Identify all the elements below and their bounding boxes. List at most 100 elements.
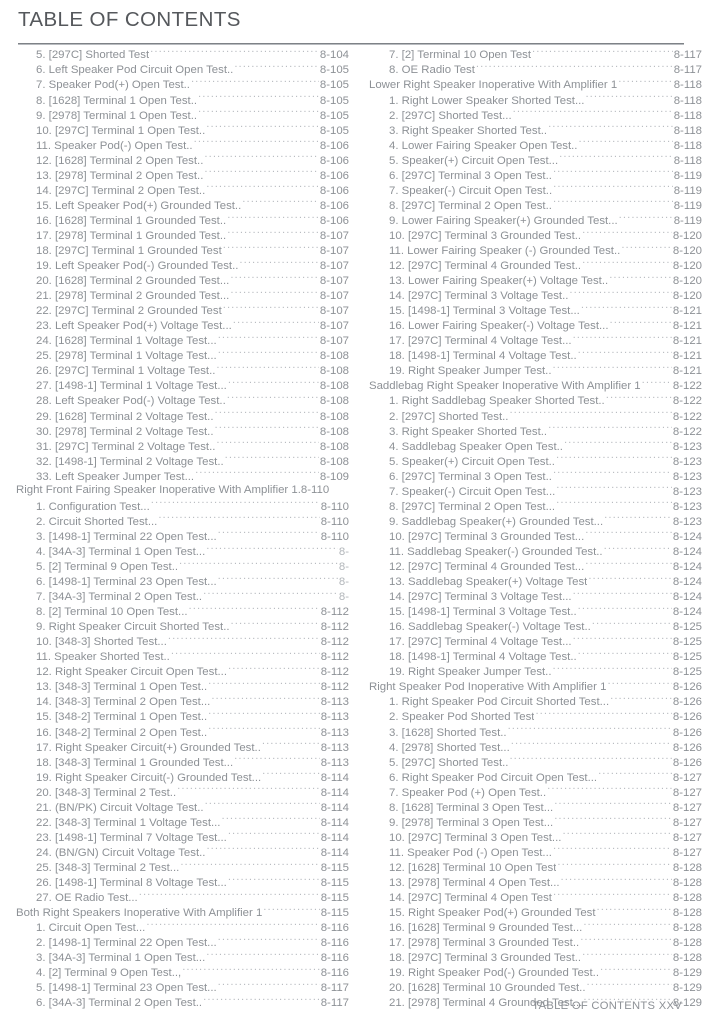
toc-entry[interactable]: 13. Saddlebag Speaker(+) Voltage Test 8-1… bbox=[369, 574, 702, 589]
toc-entry[interactable]: 5. [297C] Shorted Test.. 8-126 bbox=[369, 754, 702, 769]
toc-entry[interactable]: 3. [1498-1] Terminal 22 Open Test... 8-11… bbox=[16, 529, 349, 544]
toc-entry[interactable]: 19. Right Speaker Jumper Test.. 8-125 bbox=[369, 664, 702, 679]
toc-entry[interactable]: 14. [348-3] Terminal 2 Open Test... 8-113 bbox=[16, 694, 349, 709]
toc-entry[interactable]: 12. [297C] Terminal 4 Grounded Test.. 8-1… bbox=[369, 258, 702, 273]
toc-entry[interactable]: 32. [1498-1] Terminal 2 Voltage Test.. 8-… bbox=[16, 453, 349, 468]
toc-entry[interactable]: 16. Saddlebag Speaker(-) Voltage Test.. 8… bbox=[369, 619, 702, 634]
toc-entry[interactable]: 27. [1498-1] Terminal 1 Voltage Test... 8… bbox=[16, 378, 349, 393]
toc-entry[interactable]: 17. Right Speaker Circuit(+) Grounded Te… bbox=[16, 739, 349, 754]
toc-entry[interactable]: 7. [34A-3] Terminal 2 Open Test.. 8- bbox=[16, 589, 349, 604]
toc-entry[interactable]: 4. Saddlebag Speaker Open Test.. 8-123 bbox=[369, 438, 702, 453]
toc-entry[interactable]: 7. Speaker(-) Circuit Open Test.. 8-119 bbox=[369, 182, 702, 197]
toc-entry[interactable]: 5. [2] Terminal 9 Open Test.. 8- bbox=[16, 559, 349, 574]
toc-entry[interactable]: 22. [297C] Terminal 2 Grounded Test 8-107 bbox=[16, 303, 349, 318]
toc-entry[interactable]: 3. [34A-3] Terminal 1 Open Test... 8-116 bbox=[16, 950, 349, 965]
toc-entry[interactable]: 31. [297C] Terminal 2 Voltage Test.. 8-10… bbox=[16, 438, 349, 453]
toc-entry[interactable]: 20. [348-3] Terminal 2 Test.. 8-114 bbox=[16, 784, 349, 799]
toc-entry[interactable]: 19. Right Speaker Circuit(-) Grounded Te… bbox=[16, 769, 349, 784]
toc-entry[interactable]: 23. [1498-1] Terminal 7 Voltage Test... 8… bbox=[16, 829, 349, 844]
toc-entry[interactable]: 11. Speaker Pod (-) Open Test... 8-127 bbox=[369, 844, 702, 859]
toc-entry[interactable]: 6. [297C] Terminal 3 Open Test.. 8-123 bbox=[369, 468, 702, 483]
toc-entry[interactable]: 6. Left Speaker Pod Circuit Open Test.. 8… bbox=[16, 62, 349, 77]
toc-entry[interactable]: 13. [348-3] Terminal 1 Open Test.. 8-112 bbox=[16, 679, 349, 694]
toc-entry[interactable]: 22. [348-3] Terminal 1 Voltage Test... 8-… bbox=[16, 814, 349, 829]
toc-entry[interactable]: 14. [297C] Terminal 2 Open Test.. 8-106 bbox=[16, 182, 349, 197]
toc-entry[interactable]: 13. Lower Fairing Speaker(+) Voltage Tes… bbox=[369, 273, 702, 288]
toc-entry[interactable]: 4. Lower Fairing Speaker Open Test.. 8-11… bbox=[369, 137, 702, 152]
toc-entry[interactable]: 8. [1628] Terminal 1 Open Test.. 8-105 bbox=[16, 92, 349, 107]
toc-entry[interactable]: 19. Right Speaker Pod(-) Grounded Test..… bbox=[369, 965, 702, 980]
toc-entry[interactable]: 12. [297C] Terminal 4 Grounded Test... 8-… bbox=[369, 559, 702, 574]
toc-entry[interactable]: 2. [297C] Shorted Test.. 8-122 bbox=[369, 408, 702, 423]
toc-entry[interactable]: 2. Circuit Shorted Test... 8-110 bbox=[16, 513, 349, 528]
toc-entry[interactable]: 10. [348-3] Shorted Test... 8-112 bbox=[16, 634, 349, 649]
toc-entry[interactable]: 14. [297C] Terminal 3 Voltage Test... 8-1… bbox=[369, 589, 702, 604]
toc-entry[interactable]: 10. [297C] Terminal 1 Open Test.. 8-105 bbox=[16, 122, 349, 137]
toc-entry[interactable]: 15. [1498-1] Terminal 3 Voltage Test... 8… bbox=[369, 303, 702, 318]
toc-entry[interactable]: 7. Speaker Pod(+) Open Test.. 8-105 bbox=[16, 77, 349, 92]
toc-entry[interactable]: 8. [297C] Terminal 2 Open Test... 8-123 bbox=[369, 498, 702, 513]
toc-entry[interactable]: 4. [34A-3] Terminal 1 Open Test... 8- bbox=[16, 544, 349, 559]
toc-entry[interactable]: 27. OE Radio Test... 8-115 bbox=[16, 890, 349, 905]
toc-entry[interactable]: 11. Lower Fairing Speaker (-) Grounded T… bbox=[369, 243, 702, 258]
toc-entry[interactable]: 18. [1498-1] Terminal 4 Voltage Test.. 8-… bbox=[369, 649, 702, 664]
toc-entry[interactable]: 19. Left Speaker Pod(-) Grounded Test.. 8… bbox=[16, 258, 349, 273]
toc-section-heading[interactable]: Lower Right Speaker Inoperative With Amp… bbox=[369, 77, 702, 92]
toc-entry[interactable]: 2. [1498-1] Terminal 22 Open Test... 8-11… bbox=[16, 935, 349, 950]
toc-entry[interactable]: 1. Right Saddlebag Speaker Shorted Test.… bbox=[369, 393, 702, 408]
toc-entry[interactable]: 1. Right Speaker Pod Circuit Shorted Tes… bbox=[369, 694, 702, 709]
toc-entry[interactable]: 18. [348-3] Terminal 1 Grounded Test... 8… bbox=[16, 754, 349, 769]
toc-entry[interactable]: 3. Right Speaker Shorted Test.. 8-118 bbox=[369, 122, 702, 137]
toc-entry[interactable]: 18. [297C] Terminal 3 Grounded Test.. 8-1… bbox=[369, 950, 702, 965]
toc-entry[interactable]: 11. Saddlebag Speaker(-) Grounded Test..… bbox=[369, 544, 702, 559]
toc-entry[interactable]: 8. [2] Terminal 10 Open Test... 8-112 bbox=[16, 604, 349, 619]
toc-entry[interactable]: 29. [1628] Terminal 2 Voltage Test.. 8-10… bbox=[16, 408, 349, 423]
toc-entry[interactable]: 24. (BN/GN) Circuit Voltage Test.. 8-114 bbox=[16, 844, 349, 859]
toc-entry[interactable]: 15. [1498-1] Terminal 3 Voltage Test.. 8-… bbox=[369, 604, 702, 619]
toc-entry[interactable]: 4. [2] Terminal 9 Open Test.., 8-116 bbox=[16, 965, 349, 980]
toc-entry[interactable]: 2. Speaker Pod Shorted Test 8-126 bbox=[369, 709, 702, 724]
toc-entry[interactable]: 1. Configuration Test... 8-110 bbox=[16, 498, 349, 513]
toc-entry[interactable]: 16. [348-2] Terminal 2 Open Test.. 8-113 bbox=[16, 724, 349, 739]
toc-entry[interactable]: 9. [2978] Terminal 3 Open Test... 8-127 bbox=[369, 814, 702, 829]
toc-entry[interactable]: 2. [297C] Shorted Test... 8-118 bbox=[369, 107, 702, 122]
toc-entry[interactable]: 20. [1628] Terminal 10 Grounded Test.. 8-… bbox=[369, 980, 702, 995]
toc-entry[interactable]: 17. [2978] Terminal 3 Grounded Test.. 8-1… bbox=[369, 935, 702, 950]
toc-entry[interactable]: 9. [2978] Terminal 1 Open Test.. 8-105 bbox=[16, 107, 349, 122]
toc-entry[interactable]: 8. [1628] Terminal 3 Open Test... 8-127 bbox=[369, 799, 702, 814]
toc-entry[interactable]: 13. [2978] Terminal 2 Open Test.. 8-106 bbox=[16, 167, 349, 182]
toc-entry[interactable]: 7. Speaker Pod (+) Open Test.. 8-127 bbox=[369, 784, 702, 799]
toc-entry[interactable]: 12. Right Speaker Circuit Open Test... 8-… bbox=[16, 664, 349, 679]
toc-entry[interactable]: 28. Left Speaker Pod(-) Voltage Test.. 8-… bbox=[16, 393, 349, 408]
toc-entry[interactable]: 21. (BN/PK) Circuit Voltage Test.. 8-114 bbox=[16, 799, 349, 814]
toc-entry[interactable]: 5. [1498-1] Terminal 23 Open Test... 8-11… bbox=[16, 980, 349, 995]
toc-entry[interactable]: 11. Speaker Pod(-) Open Test.. 8-106 bbox=[16, 137, 349, 152]
toc-entry[interactable]: 6. [34A-3] Terminal 2 Open Test.. 8-117 bbox=[16, 995, 349, 1010]
toc-entry[interactable]: 5. Speaker(+) Circuit Open Test.. 8-123 bbox=[369, 453, 702, 468]
toc-entry[interactable]: 17. [2978] Terminal 1 Grounded Test.. 8-1… bbox=[16, 228, 349, 243]
toc-entry[interactable]: 14. [297C] Terminal 3 Voltage Test.. 8-12… bbox=[369, 288, 702, 303]
toc-entry[interactable]: 16. [1628] Terminal 1 Grounded Test.. 8-1… bbox=[16, 213, 349, 228]
toc-entry[interactable]: 9. Saddlebag Speaker(+) Grounded Test...… bbox=[369, 513, 702, 528]
toc-entry[interactable]: 17. [297C] Terminal 4 Voltage Test... 8-1… bbox=[369, 634, 702, 649]
toc-entry[interactable]: 15. [348-2] Terminal 1 Open Test.. 8-113 bbox=[16, 709, 349, 724]
toc-entry[interactable]: 12. [1628] Terminal 2 Open Test.. 8-106 bbox=[16, 152, 349, 167]
toc-entry[interactable]: 14. [297C] Terminal 4 Open Test 8-128 bbox=[369, 890, 702, 905]
toc-entry[interactable]: 17. [297C] Terminal 4 Voltage Test... 8-1… bbox=[369, 333, 702, 348]
toc-entry[interactable]: 9. Right Speaker Circuit Shorted Test.. 8… bbox=[16, 619, 349, 634]
toc-entry[interactable]: 8. [297C] Terminal 2 Open Test.. 8-119 bbox=[369, 197, 702, 212]
toc-section-heading[interactable]: Both Right Speakers Inoperative With Amp… bbox=[16, 905, 349, 920]
toc-entry[interactable]: 3. Right Speaker Shorted Test.. 8-122 bbox=[369, 423, 702, 438]
toc-entry[interactable]: 13. [2978] Terminal 4 Open Test... 8-128 bbox=[369, 875, 702, 890]
toc-entry[interactable]: 6. [1498-1] Terminal 23 Open Test... 8- bbox=[16, 574, 349, 589]
toc-entry[interactable]: 7. Speaker(-) Circuit Open Test... 8-123 bbox=[369, 483, 702, 498]
toc-entry[interactable]: 18. [297C] Terminal 1 Grounded Test 8-107 bbox=[16, 243, 349, 258]
toc-entry[interactable]: 5. Speaker(+) Circuit Open Test... 8-118 bbox=[369, 152, 702, 167]
toc-entry[interactable]: 8. OE Radio Test 8-117 bbox=[369, 62, 702, 77]
toc-entry[interactable]: 16. Lower Fairing Speaker(-) Voltage Tes… bbox=[369, 318, 702, 333]
toc-entry[interactable]: 10. [297C] Terminal 3 Grounded Test... 8-… bbox=[369, 529, 702, 544]
toc-entry[interactable]: 15. Right Speaker Pod(+) Grounded Test 8-… bbox=[369, 905, 702, 920]
toc-entry[interactable]: 20. [1628] Terminal 2 Grounded Test... 8-… bbox=[16, 273, 349, 288]
toc-entry[interactable]: 25. [348-3] Terminal 2 Test... 8-115 bbox=[16, 860, 349, 875]
toc-entry[interactable]: 15. Left Speaker Pod(+) Grounded Test.. 8… bbox=[16, 197, 349, 212]
